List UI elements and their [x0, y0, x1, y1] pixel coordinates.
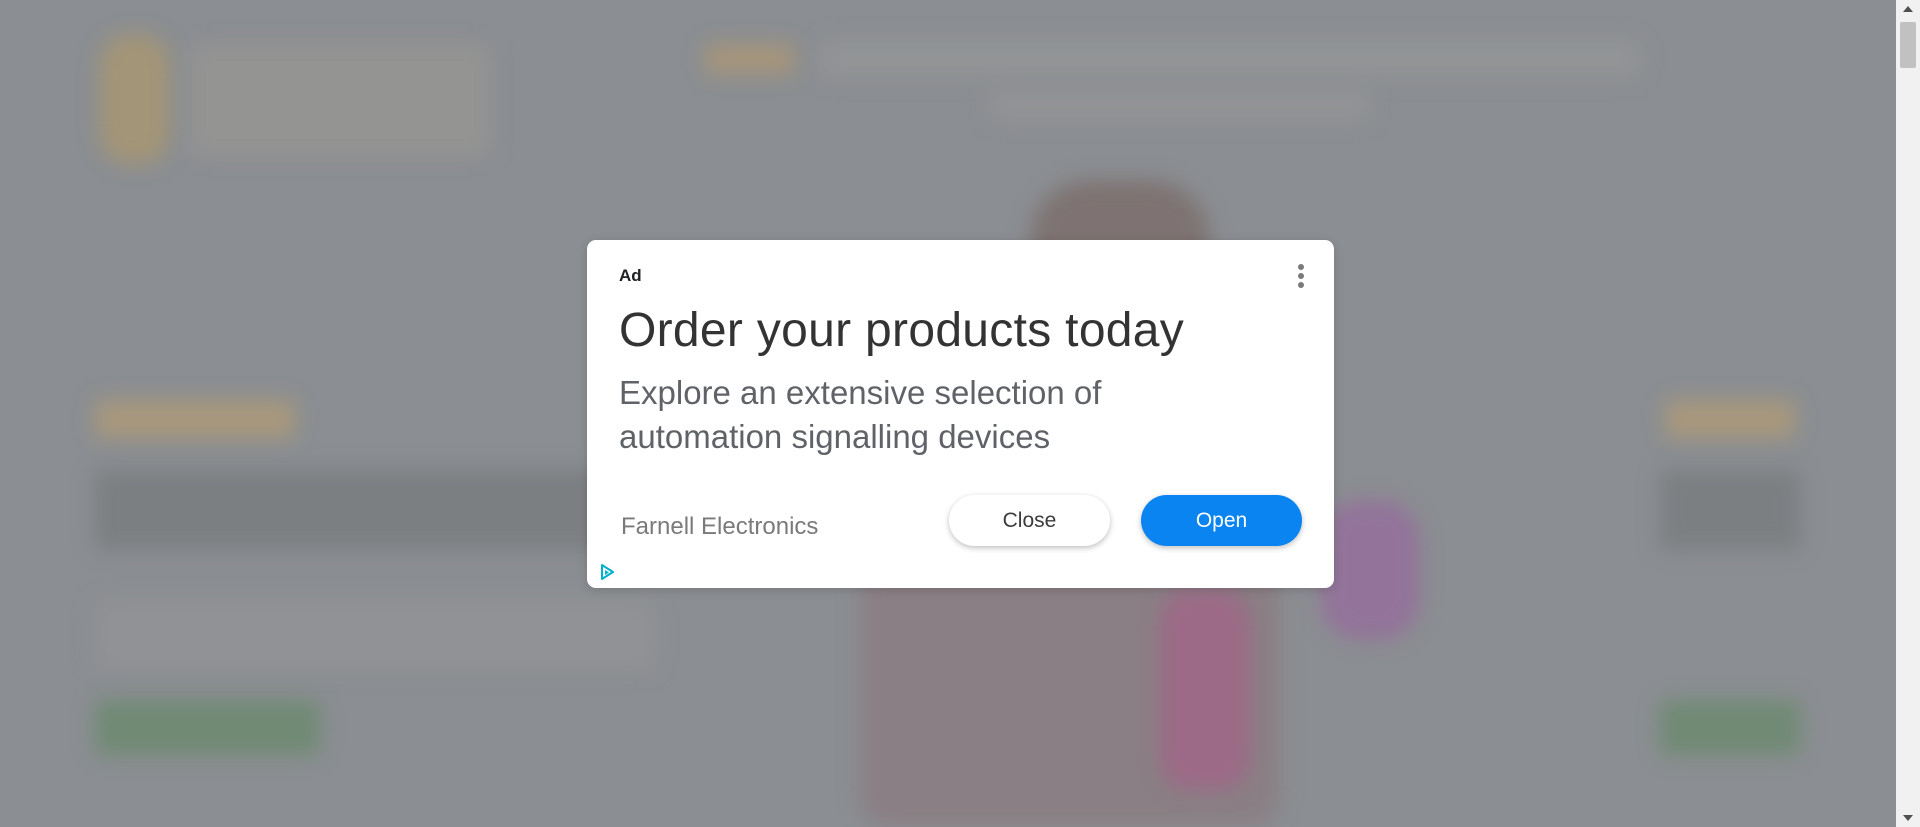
nav-highlight-item [705, 44, 795, 74]
adchoices-icon[interactable] [598, 563, 616, 581]
left-card-text [95, 600, 655, 670]
left-card-title [95, 470, 615, 550]
ad-label: Ad [619, 266, 642, 285]
vertical-scrollbar[interactable] [1896, 0, 1920, 827]
left-card-tag [95, 400, 295, 438]
right-card-button [1660, 700, 1800, 755]
site-logo-text [190, 45, 490, 155]
scrollbar-thumb[interactable] [1900, 22, 1916, 68]
scroll-down-arrow-icon[interactable] [1896, 809, 1920, 827]
right-card-tag [1665, 400, 1795, 438]
scroll-up-arrow-icon[interactable] [1896, 0, 1920, 18]
hero-figure-arm [1320, 500, 1420, 640]
hero-figure-accent [1160, 590, 1250, 790]
left-card-button [95, 700, 320, 755]
nav-menu [820, 40, 1640, 78]
open-button[interactable]: Open [1141, 495, 1302, 546]
ad-dialog: Ad Order your products today Explore an … [587, 240, 1334, 588]
close-button[interactable]: Close [949, 495, 1110, 546]
ad-advertiser-name: Farnell Electronics [621, 513, 819, 540]
ad-headline: Order your products today [619, 304, 1185, 357]
more-vert-icon[interactable] [1293, 260, 1309, 292]
site-logo [100, 34, 170, 164]
nav-submenu [990, 90, 1370, 120]
ad-description: Explore an extensive selection of automa… [619, 374, 1102, 455]
right-card-title [1660, 470, 1800, 550]
